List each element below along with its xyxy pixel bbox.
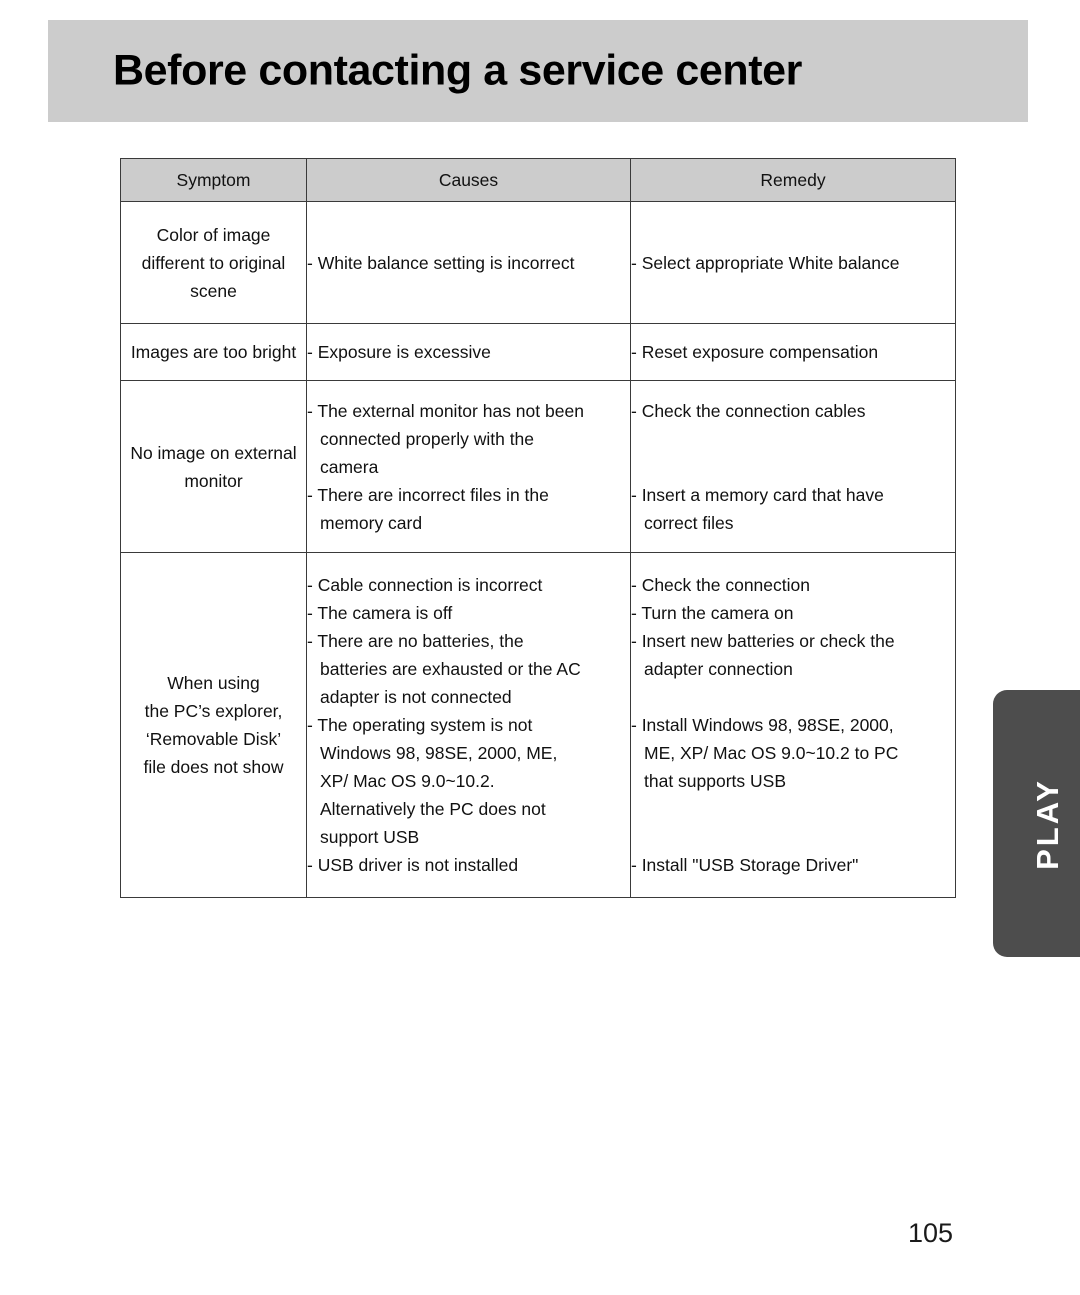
- cell-line: file does not show: [143, 757, 284, 777]
- cell-continuation-line: ME, XP/ Mac OS 9.0~10.2 to PC: [644, 743, 899, 763]
- cell-bullet-line: - USB driver is not installed: [307, 855, 519, 875]
- cell-bullet-line: - Check the connection cables: [631, 400, 866, 421]
- page-number: 105: [908, 1218, 954, 1248]
- table-row: No image on external monitor - The extern…: [120, 380, 956, 553]
- page-title: Before contacting a service center: [113, 46, 803, 95]
- table-header: Symptom Causes Remedy: [120, 158, 956, 202]
- cell-line: No image on external: [130, 442, 297, 463]
- cell-continuation-line: connected properly with the: [320, 428, 535, 449]
- cell-line: Images are too bright: [130, 342, 297, 362]
- column-header-remedy: Remedy: [630, 158, 956, 202]
- cell-causes: - Cable connection is incorrect - The cam…: [306, 552, 631, 898]
- troubleshooting-table: Symptom Causes Remedy Color of image diff…: [120, 158, 956, 898]
- table-row: Color of image different to original scene…: [120, 201, 956, 324]
- cell-continuation-line: adapter is not connected: [320, 687, 512, 707]
- table-row: When using the PC’s explorer, ‘Removable D…: [120, 552, 956, 898]
- cell-symptom: When using the PC’s explorer, ‘Removable D…: [120, 552, 307, 898]
- column-header-causes: Causes: [306, 158, 631, 202]
- cell-causes: - Exposure is excessive: [306, 323, 631, 381]
- cell-continuation-line: XP/ Mac OS 9.0~10.2.: [320, 771, 495, 791]
- cell-bullet-line: - Select appropriate White balance: [631, 252, 900, 273]
- cell-bullet-line: - Insert new batteries or check the: [631, 631, 895, 651]
- cell-remedy: - Check the connection cables - Insert a …: [630, 380, 956, 553]
- column-header-symptom: Symptom: [120, 158, 307, 202]
- cell-symptom: Images are too bright: [120, 323, 307, 381]
- cell-causes: - The external monitor has not been conne…: [306, 380, 631, 553]
- table-row: Images are too bright - Exposure is exce…: [120, 323, 956, 381]
- cell-bullet-line: - Insert a memory card that have: [631, 484, 884, 505]
- cell-symptom: No image on external monitor: [120, 380, 307, 553]
- cell-bullet-line: - Install "USB Storage Driver": [631, 855, 859, 875]
- cell-blank-line: [631, 453, 955, 481]
- table-header-row: Symptom Causes Remedy: [120, 158, 956, 202]
- cell-bullet-line: - Check the connection: [631, 575, 810, 595]
- cell-bullet-line: - There are no batteries, the: [307, 631, 524, 651]
- cell-continuation-line: Windows 98, 98SE, 2000, ME,: [320, 743, 558, 763]
- cell-blank-line: [631, 425, 955, 453]
- cell-continuation-line: support USB: [320, 827, 420, 847]
- cell-continuation-line: Alternatively the PC does not: [320, 799, 546, 819]
- cell-causes: - White balance setting is incorrect: [306, 201, 631, 324]
- page-header-band: Before contacting a service center: [48, 20, 1028, 122]
- table-body: Color of image different to original scene…: [120, 201, 956, 898]
- cell-line: ‘Removable Disk’: [145, 729, 282, 749]
- cell-bullet-line: - Cable connection is incorrect: [307, 575, 543, 595]
- cell-bullet-line: - Turn the camera on: [631, 603, 794, 623]
- play-tab-label: PLAY: [1030, 777, 1065, 870]
- play-tab-label-wrap: PLAY: [993, 690, 1080, 957]
- troubleshooting-table-container: Symptom Causes Remedy Color of image diff…: [120, 158, 956, 898]
- cell-remedy: - Reset exposure compensation: [630, 323, 956, 381]
- cell-continuation-line: batteries are exhausted or the AC: [320, 659, 581, 679]
- cell-bullet-line: - Exposure is excessive: [307, 342, 491, 362]
- cell-blank-line: [631, 823, 955, 851]
- cell-line: Color of image: [156, 224, 271, 245]
- cell-continuation-line: that supports USB: [644, 771, 787, 791]
- cell-bullet-line: - There are incorrect files in the: [307, 484, 549, 505]
- cell-line: monitor: [184, 470, 243, 491]
- cell-bullet-line: - The external monitor has not been: [307, 400, 584, 421]
- cell-bullet-line: - Install Windows 98, 98SE, 2000,: [631, 715, 894, 735]
- cell-continuation-line: correct files: [644, 512, 734, 533]
- cell-line: different to original: [141, 252, 286, 273]
- cell-blank-line: [631, 795, 955, 823]
- cell-line: the PC’s explorer,: [144, 701, 283, 721]
- cell-bullet-line: - The operating system is not: [307, 715, 533, 735]
- play-section-tab: PLAY: [993, 690, 1080, 957]
- cell-continuation-line: camera: [320, 456, 379, 477]
- cell-bullet-line: - White balance setting is incorrect: [307, 252, 575, 273]
- cell-continuation-line: memory card: [320, 512, 423, 533]
- cell-blank-line: [631, 683, 955, 711]
- cell-line: When using: [167, 673, 260, 693]
- cell-remedy: - Check the connection - Turn the camera …: [630, 552, 956, 898]
- cell-bullet-line: - The camera is off: [307, 603, 453, 623]
- cell-bullet-line: - Reset exposure compensation: [631, 342, 879, 362]
- cell-symptom: Color of image different to original scene: [120, 201, 307, 324]
- cell-continuation-line: adapter connection: [644, 659, 793, 679]
- cell-remedy: - Select appropriate White balance: [630, 201, 956, 324]
- cell-line: scene: [190, 280, 237, 301]
